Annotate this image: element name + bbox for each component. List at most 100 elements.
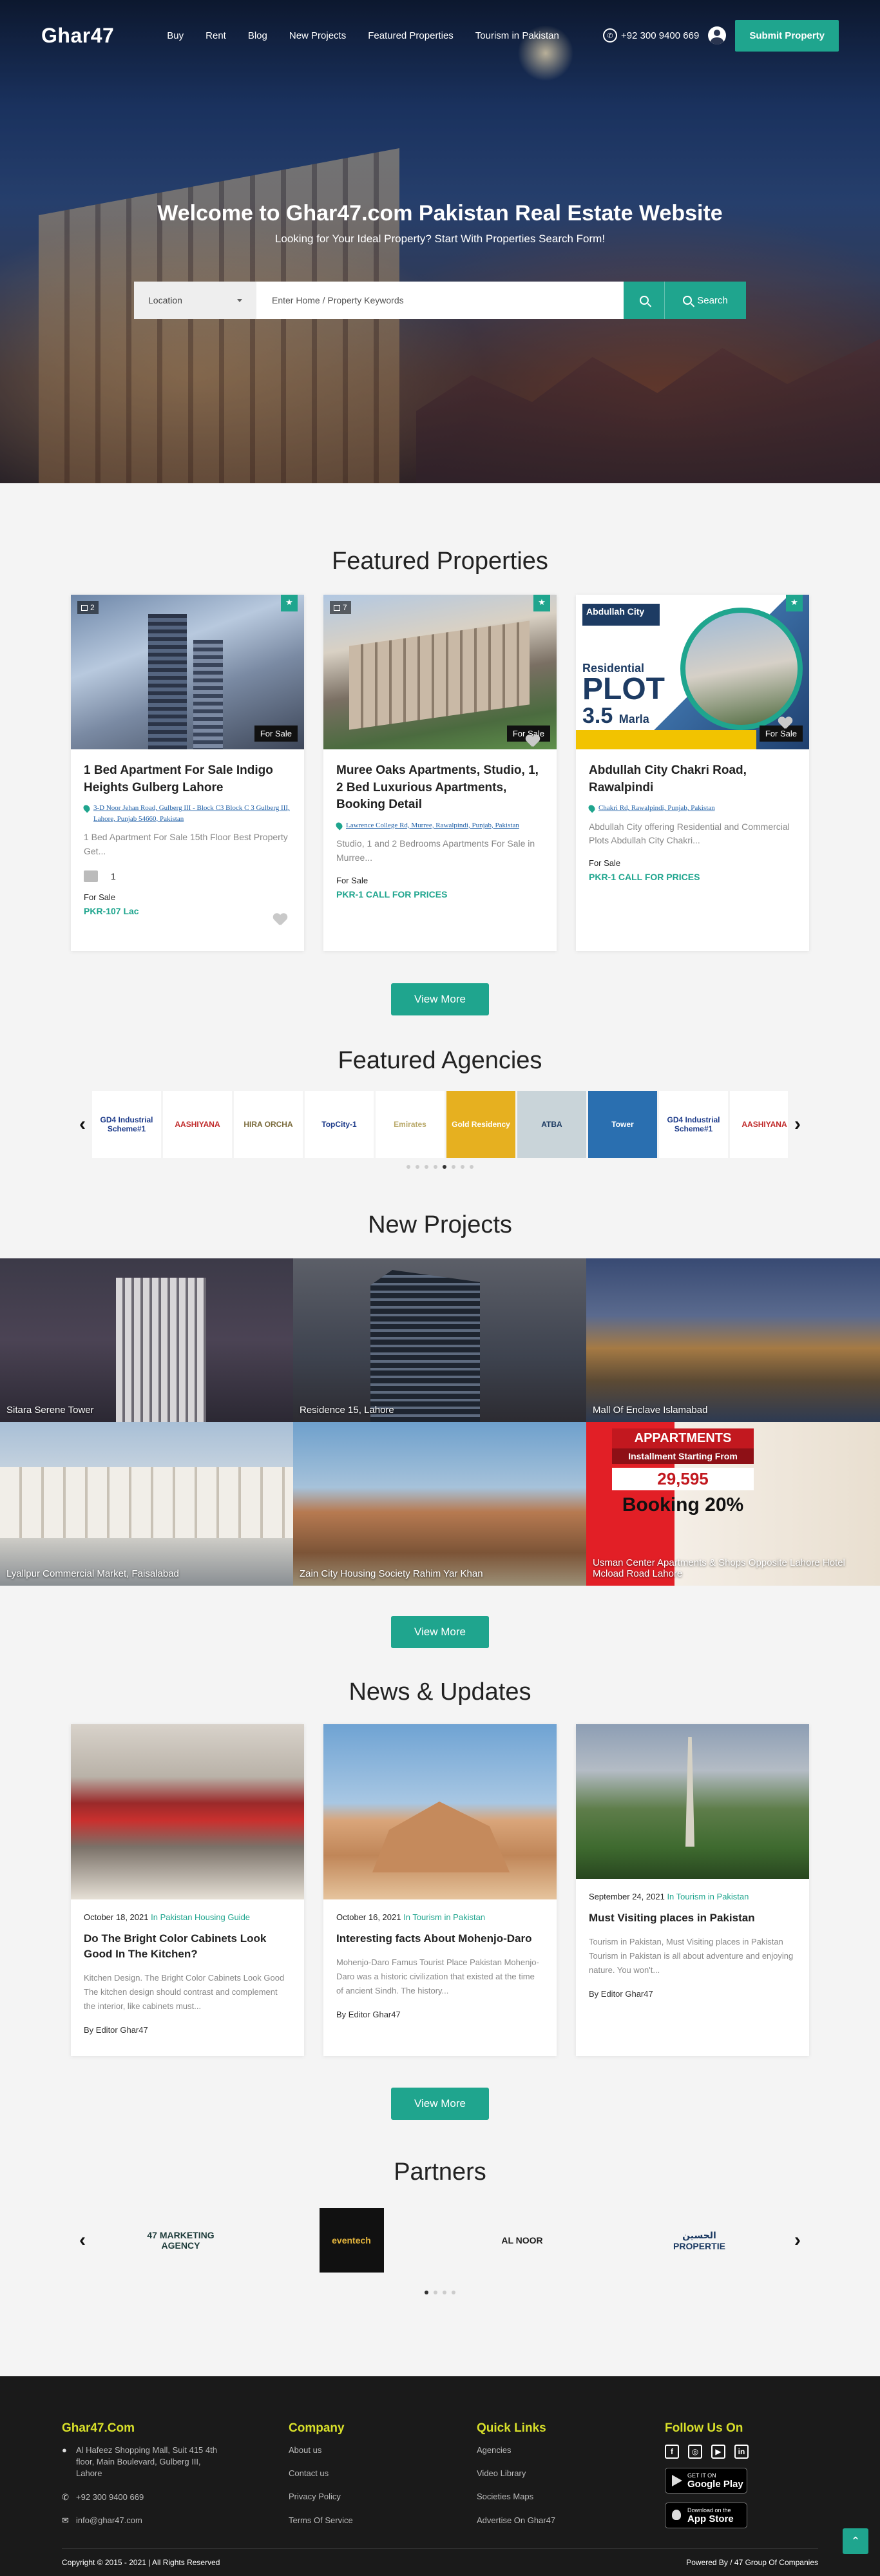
footer-link-advertise[interactable]: Advertise On Ghar47 [477,2515,665,2526]
nav-tourism[interactable]: Tourism in Pakistan [475,30,559,41]
pagination-dot[interactable] [425,1165,428,1169]
scroll-to-top-button[interactable]: ⌃ [843,2528,868,2554]
footer-link-contact[interactable]: Contact us [289,2468,477,2479]
location-select[interactable]: Location [134,282,256,319]
app-store-badge[interactable]: Download on the App Store [665,2503,747,2528]
view-more-projects-button[interactable]: View More [391,1616,489,1648]
news-category[interactable]: Tourism in Pakistan [412,1912,485,1922]
google-play-badge[interactable]: GET IT ON Google Play [665,2468,747,2494]
linkedin-icon[interactable]: in [734,2445,749,2459]
favorite-heart-icon[interactable] [778,717,792,730]
agency-logo[interactable]: GD4 Industrial Scheme#1 [92,1091,161,1158]
plot-ad-marla: 3.5 [582,704,613,728]
agency-logo[interactable]: HIRA ORCHA [234,1091,303,1158]
project-tile[interactable]: Zain City Housing Society Rahim Yar Khan [293,1422,586,1586]
news-headline[interactable]: Must Visiting places in Pakistan [589,1910,796,1926]
property-card[interactable]: 7 ★ For Sale Muree Oaks Apartments, Stud… [323,595,557,951]
news-card[interactable]: September 24, 2021 In Tourism in Pakista… [576,1724,809,2056]
footer-address-text: Al Hafeez Shopping Mall, Suit 415 4th fl… [76,2445,217,2479]
partner-logo[interactable]: 47 MARKETING AGENCY [142,2208,220,2273]
property-address[interactable]: Lawrence College Rd, Murree, Rawalpindi,… [334,820,544,831]
pagination-dot[interactable] [434,2291,437,2294]
agency-logo[interactable]: Gold Residency [446,1091,515,1158]
nav-rent[interactable]: Rent [206,30,226,41]
footer-link-terms[interactable]: Terms Of Service [289,2515,477,2526]
footer-link-videos[interactable]: Video Library [477,2468,665,2479]
search-button[interactable]: Search [665,282,746,319]
agency-logo[interactable]: Tower [588,1091,657,1158]
pagination-dot[interactable] [452,2291,455,2294]
pagination-dot[interactable] [452,1165,455,1169]
keyword-input[interactable] [256,282,624,319]
news-image[interactable] [323,1724,557,1899]
property-address[interactable]: 3-D Noor Jehan Road, Gulberg III - Block… [82,803,291,824]
property-card[interactable]: 2 ★ For Sale 1 Bed Apartment For Sale In… [71,595,304,951]
view-more-properties-button[interactable]: View More [391,983,489,1015]
chevron-left-icon[interactable]: ‹ [73,1113,92,1135]
chevron-right-icon[interactable]: › [788,1113,807,1135]
pagination-dot[interactable] [407,1165,410,1169]
footer-link-maps[interactable]: Societies Maps [477,2491,665,2503]
partner-logo[interactable]: AL NOOR [484,2208,561,2273]
property-title[interactable]: Muree Oaks Apartments, Studio, 1, 2 Bed … [336,762,544,814]
news-image[interactable] [71,1724,304,1899]
footer-link-privacy[interactable]: Privacy Policy [289,2491,477,2503]
partner-logo[interactable]: eventech [319,2208,384,2273]
agency-logo[interactable]: GD4 Industrial Scheme#1 [659,1091,728,1158]
news-category[interactable]: Tourism in Pakistan [676,1892,749,1901]
nav-new-projects[interactable]: New Projects [289,30,346,41]
news-category[interactable]: Pakistan Housing Guide [160,1912,250,1922]
chevron-right-icon[interactable]: › [788,2229,807,2251]
project-tile[interactable]: Lyallpur Commercial Market, Faisalabad [0,1422,293,1586]
property-image[interactable]: 2 ★ For Sale [71,595,304,749]
footer-link-about[interactable]: About us [289,2445,477,2456]
property-card[interactable]: Abdullah City Residential PLOT 3.5 Marla… [576,595,809,951]
instagram-icon[interactable]: ◎ [688,2445,702,2459]
agency-logo[interactable]: AASHIYANA [730,1091,788,1158]
project-tile[interactable]: Residence 15, Lahore [293,1258,586,1422]
powered-by-text[interactable]: Powered By / 47 Group Of Companies [686,2558,818,2567]
phone-link[interactable]: ✆ +92 300 9400 669 [602,28,699,43]
youtube-icon[interactable]: ▶ [711,2445,725,2459]
nav-buy[interactable]: Buy [167,30,184,41]
agency-logo[interactable]: TopCity-1 [305,1091,374,1158]
agency-logo[interactable]: AASHIYANA [163,1091,232,1158]
pagination-dot[interactable] [443,2291,446,2294]
project-tile[interactable]: Sitara Serene Tower [0,1258,293,1422]
news-headline[interactable]: Interesting facts About Mohenjo-Daro [336,1931,544,1946]
partner-logo[interactable]: الحسين PROPERTIE [661,2208,738,2273]
favorite-heart-icon[interactable] [526,735,540,748]
agency-logo[interactable]: Emirates [376,1091,445,1158]
footer-email[interactable]: ✉ info@ghar47.com [62,2515,289,2526]
site-logo[interactable]: Ghar47 [41,24,114,48]
property-image[interactable]: 7 ★ For Sale [323,595,557,749]
news-image[interactable] [576,1724,809,1879]
property-address[interactable]: Chakri Rd, Rawalpindi, Punjab, Pakistan [587,803,796,814]
news-card[interactable]: October 16, 2021 In Tourism in Pakistan … [323,1724,557,2056]
chevron-left-icon[interactable]: ‹ [73,2229,92,2251]
property-title[interactable]: 1 Bed Apartment For Sale Indigo Heights … [84,762,291,796]
view-more-news-button[interactable]: View More [391,2088,489,2120]
pagination-dot[interactable] [434,1165,437,1169]
pagination-dot[interactable] [461,1165,464,1169]
nav-featured-properties[interactable]: Featured Properties [368,30,454,41]
pagination-dot-active[interactable] [425,2291,428,2294]
facebook-icon[interactable]: f [665,2445,679,2459]
project-tile[interactable]: Mall Of Enclave Islamabad [586,1258,880,1422]
footer-link-agencies[interactable]: Agencies [477,2445,665,2456]
submit-property-button[interactable]: Submit Property [735,19,839,52]
pagination-dot[interactable] [470,1165,473,1169]
pagination-dot[interactable] [416,1165,419,1169]
property-image[interactable]: Abdullah City Residential PLOT 3.5 Marla… [576,595,809,749]
news-card[interactable]: October 18, 2021 In Pakistan Housing Gui… [71,1724,304,2056]
user-account-icon[interactable] [708,26,727,44]
favorite-heart-icon[interactable] [273,914,287,927]
news-headline[interactable]: Do The Bright Color Cabinets Look Good I… [84,1931,291,1962]
pagination-dot-active[interactable] [443,1165,446,1169]
project-tile[interactable]: APPARTMENTS Installment Starting From 29… [586,1422,880,1586]
agency-logo[interactable]: ATBA [517,1091,586,1158]
advanced-search-button[interactable] [624,282,665,319]
nav-blog[interactable]: Blog [248,30,267,41]
property-title[interactable]: Abdullah City Chakri Road, Rawalpindi [589,762,796,796]
footer-phone[interactable]: ✆ +92 300 9400 669 [62,2492,289,2503]
